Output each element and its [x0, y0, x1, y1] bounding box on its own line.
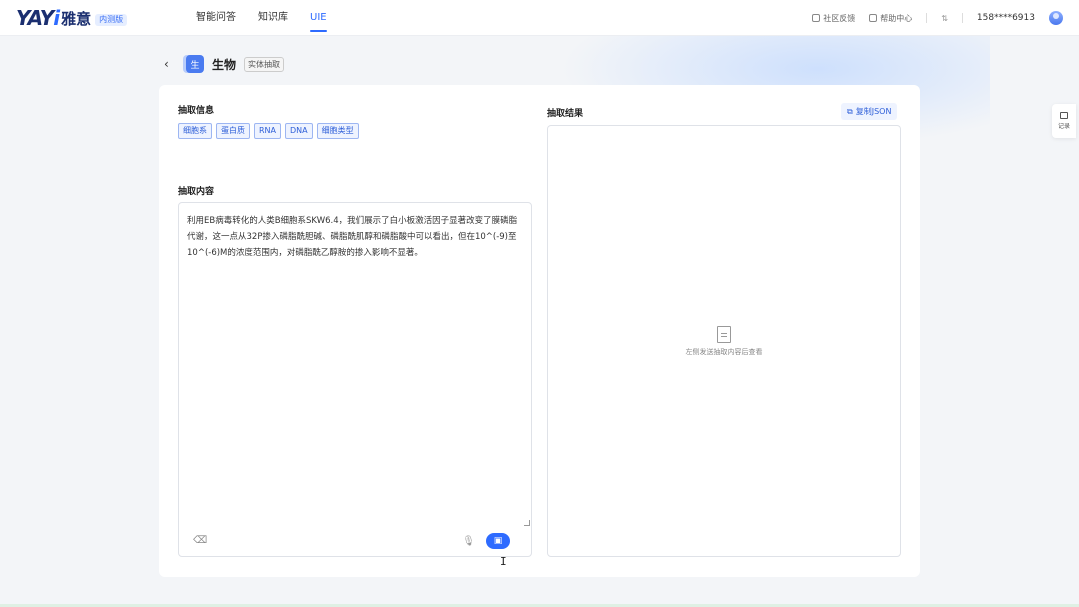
nav-knowledge-base[interactable]: 知识库: [258, 0, 288, 36]
divider: [961, 13, 963, 23]
main-nav: 智能问答 知识库 UIE: [196, 0, 327, 36]
copy-icon: ⧉: [847, 106, 853, 116]
task-tag: 实体抽取: [244, 56, 285, 72]
main-card: 抽取信息 细胞系 蛋白质 RNA DNA 细胞类型 抽取内容 ⌫ 🎙 ▣ 抽取结…: [159, 85, 920, 577]
result-label: 抽取结果: [547, 109, 584, 119]
empty-state-text: 左侧发送抽取内容后查看: [685, 347, 763, 356]
history-label: 记录: [1057, 123, 1070, 130]
copy-json-button[interactable]: ⧉ 复制JSON: [841, 103, 898, 120]
logo[interactable]: YAYi 雅意 内测版: [16, 6, 128, 30]
page-title: 生物: [212, 57, 237, 72]
chip-dna[interactable]: DNA: [285, 123, 313, 139]
chip-cell-type[interactable]: 细胞类型: [316, 123, 359, 139]
result-panel: 左侧发送抽取内容后查看: [547, 125, 901, 557]
content-textarea[interactable]: [179, 203, 531, 523]
app-icon: 生: [186, 55, 204, 73]
extract-content-label: 抽取内容: [178, 187, 215, 197]
feedback-link[interactable]: 社区反馈: [812, 13, 855, 24]
home-icon: [812, 14, 821, 22]
help-label: 帮助中心: [880, 13, 913, 23]
chip-rna[interactable]: RNA: [254, 123, 282, 139]
entity-chips: 细胞系 蛋白质 RNA DNA 细胞类型: [178, 123, 359, 139]
page-title-row: ‹ 生 生物 实体抽取: [164, 55, 285, 73]
language-icon[interactable]: ⇅: [941, 14, 948, 23]
logo-mark: YAYi: [16, 6, 60, 30]
text-cursor-icon: I: [500, 555, 507, 568]
nav-uie[interactable]: UIE: [310, 0, 327, 36]
feedback-label: 社区反馈: [823, 13, 856, 23]
copy-json-label: 复制JSON: [855, 107, 892, 116]
user-phone[interactable]: 158****6913: [977, 13, 1035, 23]
beta-badge: 内测版: [95, 14, 128, 26]
chip-cell-line[interactable]: 细胞系: [178, 123, 212, 139]
extract-info-label: 抽取信息: [178, 106, 215, 116]
document-icon: [717, 325, 731, 343]
send-button[interactable]: ▣: [486, 533, 510, 549]
clear-icon[interactable]: ⌫: [193, 535, 207, 546]
help-link[interactable]: 帮助中心: [869, 13, 912, 24]
content-input-box: ⌫ 🎙 ▣: [178, 202, 532, 557]
top-header: YAYi 雅意 内测版 智能问答 知识库 UIE 社区反馈 帮助中心 ⇅ 158…: [0, 0, 1079, 36]
divider: [926, 13, 928, 23]
avatar[interactable]: [1049, 11, 1063, 25]
resize-handle[interactable]: [524, 520, 530, 526]
logo-name: 雅意: [61, 10, 92, 28]
doc-icon: [869, 14, 878, 22]
empty-state: 左侧发送抽取内容后查看: [548, 126, 900, 556]
back-chevron-icon[interactable]: ‹: [164, 57, 174, 71]
history-float-button[interactable]: 记录: [1052, 104, 1076, 138]
nav-qa[interactable]: 智能问答: [196, 0, 236, 36]
microphone-icon[interactable]: 🎙: [462, 536, 475, 547]
chip-protein[interactable]: 蛋白质: [216, 123, 250, 139]
history-icon: [1060, 112, 1068, 119]
header-right: 社区反馈 帮助中心 ⇅ 158****6913: [812, 0, 1063, 36]
